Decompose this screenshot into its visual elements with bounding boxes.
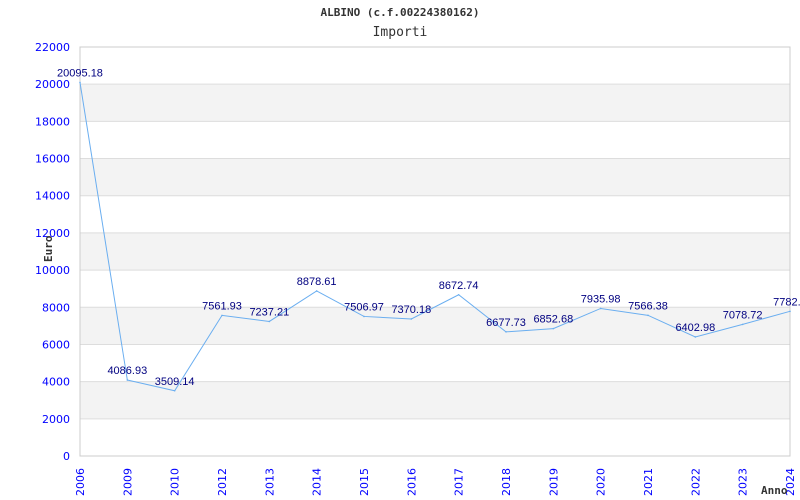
data-label: 6852.68 (533, 314, 573, 326)
data-point (268, 320, 271, 323)
data-label: 20095.18 (57, 67, 103, 79)
y-tick-label: 6000 (42, 338, 70, 351)
data-label: 6677.73 (486, 317, 526, 329)
data-point (363, 315, 365, 318)
x-tick-label: 2015 (358, 468, 371, 496)
y-tick-label: 10000 (35, 264, 70, 277)
chart: ALBINO (c.f.00224380162) Importi 0 2000 40… (0, 0, 800, 500)
x-tick-label: 2020 (595, 468, 608, 496)
y-tick-label: 0 (63, 450, 70, 463)
data-point (694, 336, 697, 338)
data-point (410, 318, 413, 320)
data-label: 4086.93 (107, 365, 147, 377)
y-tick-label: 22000 (35, 41, 70, 54)
x-tick-label: 2023 (737, 468, 750, 496)
data-point (457, 293, 460, 296)
x-tick-label: 2012 (216, 468, 229, 496)
data-label: 7078.72 (723, 309, 763, 321)
y-tick-label: 2000 (42, 413, 70, 426)
data-point (79, 81, 81, 84)
x-tick-label: 2022 (689, 468, 702, 496)
data-point (126, 379, 129, 381)
y-tick-label: 16000 (35, 153, 70, 166)
x-tick-label: 2006 (74, 468, 87, 496)
data-point (789, 310, 791, 313)
data-point (741, 323, 744, 326)
data-point (505, 331, 507, 333)
x-tick-label: 2010 (169, 468, 182, 496)
data-point (599, 307, 602, 310)
x-tick-label: 2009 (121, 468, 134, 496)
data-label: 7370.18 (391, 304, 431, 316)
data-point (315, 290, 318, 292)
x-tick-label: 2019 (547, 468, 560, 496)
y-axis-label: Euro (42, 235, 55, 262)
data-label: 7237.21 (249, 306, 289, 318)
x-tick-label: 2018 (500, 468, 513, 496)
y-tick-label: 4000 (42, 376, 70, 389)
x-tick-label: 2021 (642, 468, 655, 496)
plot-area: 0200040006000800010000120001400016000180… (35, 41, 800, 497)
data-label: 7782.7 (773, 296, 800, 308)
x-tick-label: 2013 (263, 468, 276, 496)
data-label: 7935.98 (581, 293, 621, 305)
data-point (647, 314, 649, 317)
data-label: 6402.98 (675, 322, 715, 334)
data-point (221, 314, 223, 317)
y-tick-label: 14000 (35, 190, 70, 203)
data-label: 8878.61 (297, 276, 337, 288)
x-tick-label: 2016 (405, 468, 418, 496)
data-point (173, 389, 176, 392)
y-tick-label: 8000 (42, 301, 70, 314)
y-tick-label: 20000 (35, 78, 70, 91)
data-label: 3509.14 (155, 376, 195, 388)
grid-band (80, 158, 790, 196)
x-tick-label: 2017 (453, 468, 466, 496)
grid-band (80, 232, 790, 271)
data-label: 7566.38 (628, 300, 668, 312)
data-label: 8672.74 (439, 280, 479, 292)
data-point (552, 327, 555, 330)
grid-band (80, 84, 790, 122)
y-tick-label: 18000 (35, 115, 70, 128)
data-label: 7561.93 (202, 300, 242, 312)
x-axis-label: Anno (761, 484, 788, 497)
data-label: 7506.97 (344, 301, 384, 313)
x-tick-label: 2014 (311, 468, 324, 496)
